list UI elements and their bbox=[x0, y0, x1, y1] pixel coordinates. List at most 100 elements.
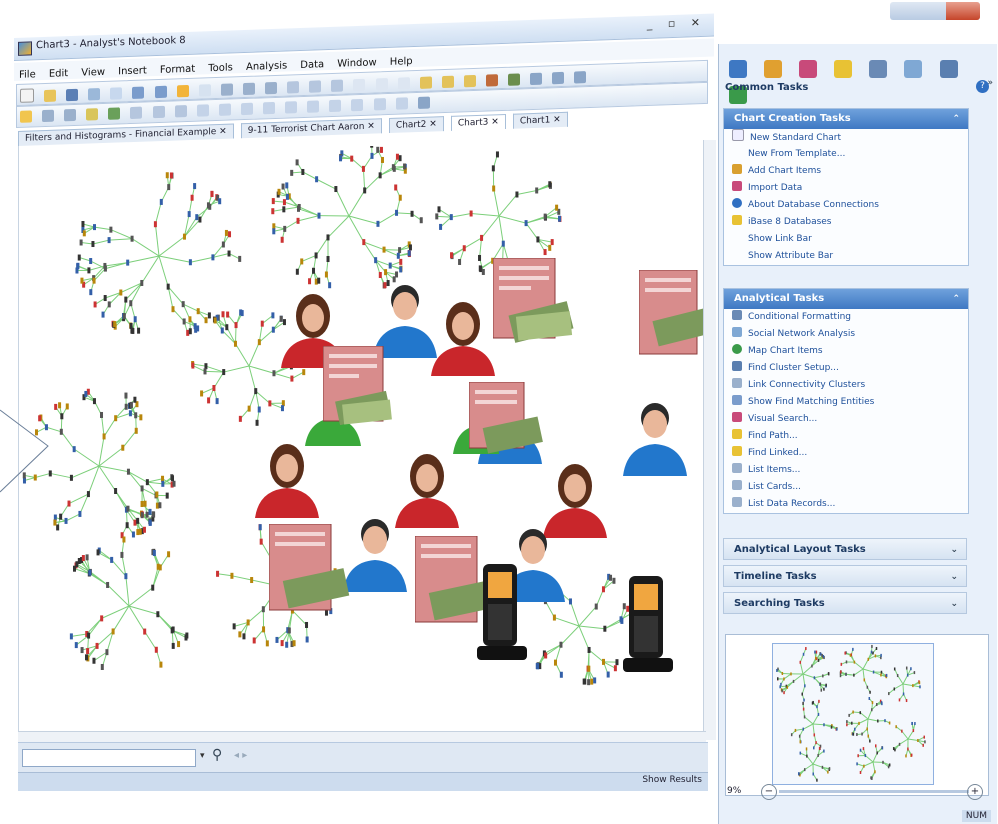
entity-node[interactable] bbox=[852, 732, 855, 736]
entity-node[interactable] bbox=[820, 652, 822, 656]
entity-node[interactable] bbox=[587, 665, 591, 672]
entity-node[interactable] bbox=[275, 636, 279, 643]
entity-node[interactable] bbox=[552, 614, 556, 621]
link-line[interactable] bbox=[806, 755, 814, 765]
timeline-tasks-header[interactable]: Timeline Tasks ⌄ bbox=[723, 565, 967, 587]
entity-node[interactable] bbox=[811, 664, 813, 668]
entity-node[interactable] bbox=[370, 141, 374, 148]
entity-node[interactable] bbox=[300, 258, 304, 265]
entity-node[interactable] bbox=[140, 279, 144, 286]
entity-node[interactable] bbox=[350, 155, 354, 162]
entity-node[interactable] bbox=[100, 663, 104, 670]
entity-node[interactable] bbox=[86, 648, 90, 655]
entity-node[interactable] bbox=[856, 762, 858, 766]
entity-node[interactable] bbox=[370, 152, 374, 159]
mobile-phone-icon[interactable] bbox=[621, 576, 681, 680]
link-line[interactable] bbox=[471, 213, 500, 217]
entity-node[interactable] bbox=[89, 289, 93, 296]
entity-node[interactable] bbox=[872, 670, 875, 674]
entity-node[interactable] bbox=[449, 214, 453, 221]
entity-node[interactable] bbox=[804, 684, 806, 688]
link-line[interactable] bbox=[315, 237, 329, 256]
link-line[interactable] bbox=[498, 215, 504, 244]
entity-node[interactable] bbox=[240, 310, 244, 317]
link-line[interactable] bbox=[803, 723, 814, 730]
link-line[interactable] bbox=[396, 212, 413, 215]
entity-node[interactable] bbox=[216, 570, 220, 577]
entity-node[interactable] bbox=[326, 256, 330, 263]
entity-node[interactable] bbox=[823, 723, 825, 727]
link-line[interactable] bbox=[128, 587, 154, 607]
link-line[interactable] bbox=[158, 236, 185, 257]
entity-node[interactable] bbox=[858, 721, 860, 725]
entity-node[interactable] bbox=[151, 511, 155, 518]
entity-node[interactable] bbox=[182, 233, 186, 240]
entity-node[interactable] bbox=[301, 168, 305, 175]
task-about-database[interactable]: About Database Connections bbox=[724, 197, 968, 214]
entity-node[interactable] bbox=[813, 676, 816, 680]
entity-node[interactable] bbox=[911, 721, 913, 725]
entity-node[interactable] bbox=[272, 370, 276, 377]
link-line[interactable] bbox=[451, 213, 472, 218]
entity-node[interactable] bbox=[801, 692, 803, 696]
entity-node[interactable] bbox=[492, 185, 496, 192]
entity-node[interactable] bbox=[165, 172, 169, 179]
entity-node[interactable] bbox=[469, 210, 473, 217]
entity-node[interactable] bbox=[799, 740, 802, 744]
entity-node[interactable] bbox=[867, 657, 870, 661]
table-icon[interactable] bbox=[375, 78, 388, 91]
entity-node[interactable] bbox=[59, 513, 63, 520]
entity-node[interactable] bbox=[102, 433, 106, 440]
entity-node[interactable] bbox=[910, 753, 913, 757]
entity-node[interactable] bbox=[559, 641, 563, 648]
entity-node[interactable] bbox=[113, 321, 117, 328]
entity-node[interactable] bbox=[167, 551, 171, 558]
entity-node[interactable] bbox=[798, 734, 801, 738]
link-line[interactable] bbox=[383, 249, 399, 257]
entity-node[interactable] bbox=[880, 673, 882, 677]
entity-node[interactable] bbox=[114, 415, 118, 422]
link-line[interactable] bbox=[127, 255, 160, 264]
link-line[interactable] bbox=[384, 249, 400, 251]
link-line[interactable] bbox=[812, 755, 819, 765]
entity-node[interactable] bbox=[896, 674, 899, 678]
link-line[interactable] bbox=[128, 471, 148, 483]
link-line[interactable] bbox=[853, 668, 864, 676]
entity-node[interactable] bbox=[126, 505, 130, 512]
link-line[interactable] bbox=[899, 738, 909, 745]
entity-node[interactable] bbox=[374, 257, 378, 264]
entity-node[interactable] bbox=[869, 739, 871, 743]
entity-node[interactable] bbox=[242, 633, 246, 640]
link-line[interactable] bbox=[841, 661, 847, 665]
entity-node[interactable] bbox=[885, 673, 888, 677]
link-line[interactable] bbox=[570, 601, 580, 627]
entity-node[interactable] bbox=[314, 252, 318, 259]
entity-node[interactable] bbox=[152, 550, 156, 557]
entity-node[interactable] bbox=[783, 691, 785, 695]
entity-node[interactable] bbox=[339, 155, 343, 162]
link-line[interactable] bbox=[192, 365, 206, 372]
entity-node[interactable] bbox=[109, 226, 113, 233]
link-line[interactable] bbox=[516, 189, 537, 195]
menu-insert[interactable]: Insert bbox=[118, 65, 147, 77]
link-line[interactable] bbox=[223, 365, 250, 373]
border-icon[interactable] bbox=[329, 99, 342, 113]
entity-node[interactable] bbox=[583, 678, 587, 685]
entity-node[interactable] bbox=[894, 748, 896, 752]
grid-icon[interactable] bbox=[353, 78, 366, 92]
entity-node[interactable] bbox=[408, 244, 412, 251]
link-line[interactable] bbox=[897, 675, 904, 685]
link-line[interactable] bbox=[301, 254, 317, 262]
link-line[interactable] bbox=[272, 208, 284, 212]
entity-node[interactable] bbox=[81, 555, 85, 562]
entity-node[interactable] bbox=[874, 770, 876, 774]
entity-node[interactable] bbox=[260, 320, 264, 327]
entity-node[interactable] bbox=[558, 215, 562, 222]
document-card-icon[interactable] bbox=[492, 257, 583, 357]
entity-node[interactable] bbox=[870, 776, 872, 780]
link-line[interactable] bbox=[440, 216, 452, 228]
preview-icon[interactable] bbox=[110, 87, 123, 100]
entity-node[interactable] bbox=[376, 220, 380, 227]
entity-node[interactable] bbox=[893, 687, 896, 691]
link-line[interactable] bbox=[88, 618, 103, 636]
